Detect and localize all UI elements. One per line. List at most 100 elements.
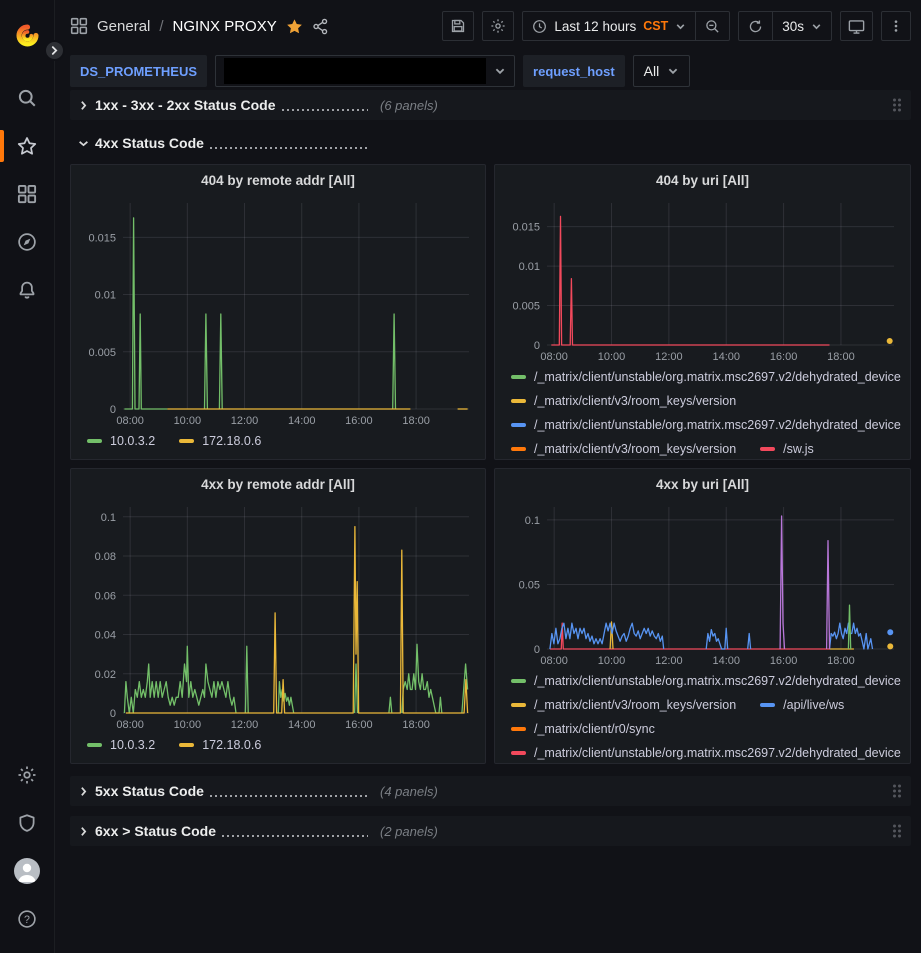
panel-title[interactable]: 4xx by uri [All]	[503, 469, 902, 499]
refresh-icon	[748, 19, 763, 34]
legend-item[interactable]: /api/live/ws	[760, 698, 844, 712]
favorite-star-icon[interactable]	[286, 18, 303, 35]
svg-text:08:00: 08:00	[116, 719, 144, 731]
legend-label: 172.18.0.6	[202, 434, 261, 448]
explore-compass-icon[interactable]	[0, 218, 55, 266]
chevron-down-icon	[494, 65, 506, 77]
dashboards-icon[interactable]	[0, 170, 55, 218]
panel-title[interactable]: 4xx by remote addr [All]	[79, 469, 477, 499]
timeseries-chart[interactable]: 08:0010:0012:0014:0016:0018:0000.050.1	[503, 499, 904, 669]
svg-text:0.08: 0.08	[95, 551, 116, 563]
svg-text:12:00: 12:00	[231, 415, 259, 427]
svg-text:18:00: 18:00	[402, 719, 430, 731]
dashboard-settings-button[interactable]	[482, 11, 514, 41]
clock-icon	[532, 19, 547, 34]
legend-label: /api/live/ws	[783, 698, 844, 712]
legend-item[interactable]: /_matrix/client/v3/room_keys/version	[511, 394, 736, 408]
kebab-menu-icon	[889, 19, 903, 33]
svg-text:0: 0	[110, 708, 116, 720]
legend-swatch	[511, 399, 526, 403]
svg-text:0.05: 0.05	[519, 579, 540, 591]
timeseries-chart[interactable]: 08:0010:0012:0014:0016:0018:0000.020.040…	[79, 499, 479, 733]
search-icon[interactable]	[0, 74, 55, 122]
cycle-view-button[interactable]	[840, 11, 873, 41]
svg-text:0.01: 0.01	[95, 290, 116, 302]
breadcrumb-dashboard-title[interactable]: NGINX PROXY	[173, 18, 277, 35]
legend-item[interactable]: /_matrix/client/unstable/org.matrix.msc2…	[511, 674, 901, 688]
sidebar-expand-button[interactable]	[44, 40, 65, 61]
svg-text:0.02: 0.02	[95, 669, 116, 681]
legend-item[interactable]: /_matrix/client/unstable/org.matrix.msc2…	[511, 418, 901, 432]
time-range-picker[interactable]: Last 12 hours CST	[523, 12, 695, 40]
chevron-right-icon	[78, 100, 89, 111]
variable-value-request-host[interactable]: All	[633, 55, 691, 87]
legend-swatch	[511, 679, 526, 683]
row-drag-handle[interactable]	[893, 825, 901, 838]
svg-text:14:00: 14:00	[712, 655, 740, 667]
row-header-6xx[interactable]: 6xx > Status Code (2 panels)	[70, 816, 911, 846]
row-drag-handle[interactable]	[893, 99, 901, 112]
legend-item[interactable]: /_matrix/client/unstable/org.matrix.msc2…	[511, 746, 901, 760]
chevron-down-icon	[811, 21, 822, 32]
help-icon[interactable]: ?	[0, 895, 55, 943]
sidebar: ?	[0, 0, 55, 953]
chevron-down-icon	[78, 138, 89, 149]
refresh-group: 30s	[738, 11, 832, 41]
starred-icon[interactable]	[0, 122, 55, 170]
svg-text:?: ?	[24, 914, 30, 926]
alerting-bell-icon[interactable]	[0, 266, 55, 314]
legend-label: /sw.js	[783, 442, 814, 456]
row-header-5xx[interactable]: 5xx Status Code (4 panels)	[70, 776, 911, 806]
timeseries-chart[interactable]: 08:0010:0012:0014:0016:0018:0000.0050.01…	[79, 195, 479, 429]
legend-swatch	[87, 743, 102, 747]
zoom-out-button[interactable]	[696, 12, 729, 40]
svg-text:12:00: 12:00	[655, 655, 683, 667]
user-avatar[interactable]	[0, 847, 55, 895]
legend-item[interactable]: 10.0.3.2	[87, 738, 155, 752]
panel-legend: 10.0.3.2 172.18.0.6	[79, 733, 477, 761]
timeseries-chart[interactable]: 08:0010:0012:0014:0016:0018:0000.0050.01…	[503, 195, 904, 365]
refresh-button[interactable]	[739, 12, 772, 40]
refresh-interval-picker[interactable]: 30s	[773, 12, 831, 40]
panel-title[interactable]: 404 by uri [All]	[503, 165, 902, 195]
panel-title[interactable]: 404 by remote addr [All]	[79, 165, 477, 195]
svg-text:10:00: 10:00	[598, 655, 626, 667]
legend-item[interactable]: 172.18.0.6	[179, 434, 261, 448]
legend-swatch	[179, 439, 194, 443]
legend-swatch	[511, 375, 526, 379]
row-title: 6xx > Status Code	[95, 823, 216, 839]
svg-text:0.005: 0.005	[88, 347, 116, 359]
legend-item[interactable]: 172.18.0.6	[179, 738, 261, 752]
variables-submenu: DS_PROMETHEUS request_host All	[70, 52, 911, 90]
svg-text:08:00: 08:00	[116, 415, 144, 427]
legend-swatch	[511, 703, 526, 707]
svg-text:0.015: 0.015	[88, 232, 116, 244]
legend-swatch	[511, 447, 526, 451]
legend-item[interactable]: /_matrix/client/v3/room_keys/version	[511, 698, 736, 712]
legend-item[interactable]: /_matrix/client/unstable/org.matrix.msc2…	[511, 370, 901, 384]
chevron-right-icon	[78, 786, 89, 797]
save-dashboard-button[interactable]	[442, 11, 474, 41]
row-panel-count: (2 panels)	[380, 824, 438, 839]
breadcrumb-folder[interactable]: General	[97, 18, 150, 35]
leader-dots	[282, 109, 368, 111]
svg-text:08:00: 08:00	[540, 655, 568, 667]
legend-item[interactable]: 10.0.3.2	[87, 434, 155, 448]
legend-item[interactable]: /_matrix/client/v3/room_keys/version	[511, 442, 736, 456]
redacted-value	[224, 58, 486, 84]
variable-value-ds-prometheus[interactable]	[215, 55, 515, 87]
row-header-1xx[interactable]: 1xx - 3xx - 2xx Status Code (6 panels)	[70, 90, 911, 120]
row-header-4xx[interactable]: 4xx Status Code	[70, 130, 911, 156]
admin-shield-icon[interactable]	[0, 799, 55, 847]
row-title: 4xx Status Code	[95, 135, 204, 151]
settings-gear-icon[interactable]	[0, 751, 55, 799]
legend-item[interactable]: /_matrix/client/r0/sync	[511, 722, 655, 736]
share-icon[interactable]	[312, 18, 329, 35]
row-drag-handle[interactable]	[893, 785, 901, 798]
svg-text:10:00: 10:00	[598, 351, 626, 363]
legend-item[interactable]: /sw.js	[760, 442, 814, 456]
svg-text:16:00: 16:00	[345, 719, 373, 731]
more-options-button[interactable]	[881, 11, 911, 41]
chevron-down-icon	[667, 65, 679, 77]
zoom-out-icon	[705, 19, 720, 34]
